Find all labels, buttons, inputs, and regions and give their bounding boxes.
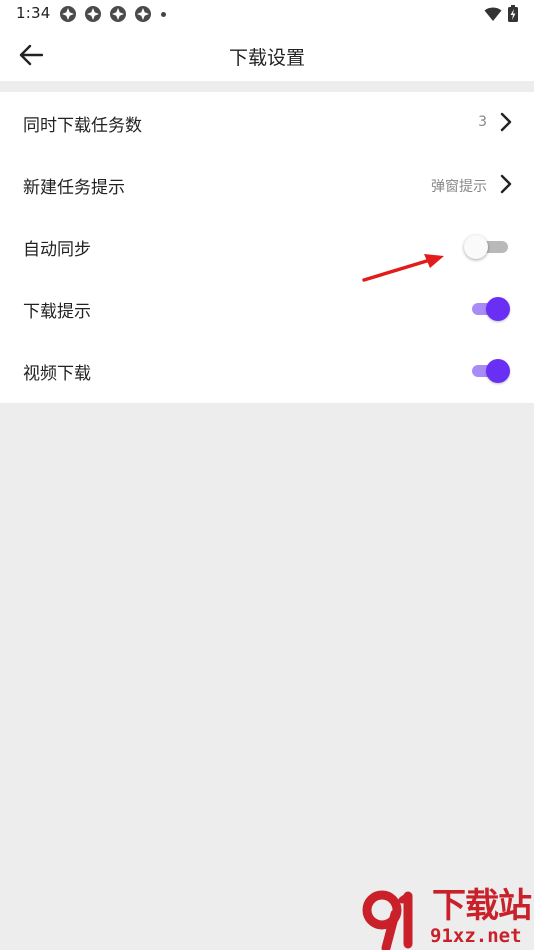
watermark-url: 91xz.net [430,925,522,947]
setting-row-download-prompt: 下载提示 [0,278,534,340]
setting-row-concurrent-tasks[interactable]: 同时下载任务数 3 [0,92,534,154]
app-notification-icon [85,6,101,22]
page-title: 下载设置 [228,47,305,69]
chevron-right-icon [500,174,512,194]
app-notification-icon [60,6,76,22]
toggle-knob [486,297,510,321]
status-time: 1:34 [16,4,51,22]
download-prompt-toggle[interactable] [470,297,510,321]
toggle-knob [464,235,488,259]
watermark-logo-icon [362,890,413,950]
setting-label: 自动同步 [23,240,91,260]
watermark-text: 下载站 [432,886,532,926]
battery-charging-icon [508,5,518,22]
more-notifications-dot-icon [161,11,166,17]
watermark: 下载站 91xz.net [358,888,534,950]
status-notification-icons [59,5,166,23]
app-notification-icon [135,6,151,22]
setting-value: 弹窗提示 [431,179,487,195]
section-divider [0,81,534,92]
video-download-toggle[interactable] [470,359,510,383]
chevron-right-icon [500,112,512,132]
status-bar: 1:34 [0,0,534,28]
setting-label: 新建任务提示 [23,178,125,198]
toggle-knob [486,359,510,383]
setting-row-video-download: 视频下载 [0,340,534,402]
setting-label: 视频下载 [23,364,91,384]
auto-sync-toggle[interactable] [464,235,510,259]
wifi-icon [484,7,502,21]
status-system-icons [484,5,518,22]
setting-label: 下载提示 [23,302,91,322]
app-notification-icon [110,6,126,22]
app-bar: 下载设置 [0,28,534,81]
setting-row-auto-sync: 自动同步 [0,216,534,278]
settings-list: 同时下载任务数 3 新建任务提示 弹窗提示 自动同步 下载提示 视频下载 [0,92,534,403]
setting-label: 同时下载任务数 [23,116,142,136]
setting-row-new-task-prompt[interactable]: 新建任务提示 弹窗提示 [0,154,534,216]
annotation-arrow-icon [362,254,444,282]
setting-value: 3 [478,114,487,130]
